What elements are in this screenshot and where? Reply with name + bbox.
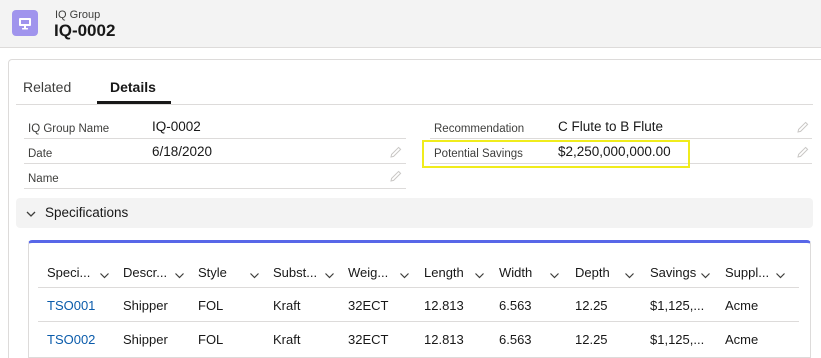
field-value-date: 6/18/2020 (152, 144, 213, 159)
column-header[interactable]: Suppl... (725, 266, 769, 280)
edit-date-pencil-icon[interactable] (390, 146, 402, 158)
field-value-recommendation: C Flute to B Flute (558, 119, 664, 134)
edit-name-pencil-icon[interactable] (390, 170, 402, 182)
specifications-section-header[interactable]: Specifications (16, 198, 813, 228)
section-title: Specifications (45, 205, 129, 220)
monitor-icon (12, 10, 38, 36)
table-cell: Kraft (273, 332, 301, 347)
column-header[interactable]: Width (499, 266, 532, 280)
table-cell: 6.563 (499, 298, 532, 313)
chevron-down-icon[interactable] (549, 268, 560, 279)
field-divider (430, 138, 812, 139)
chevron-down-icon (25, 207, 37, 219)
table-cell: Acme (725, 298, 759, 313)
column-header[interactable]: Speci... (47, 266, 90, 280)
field-label-date: Date (28, 148, 53, 160)
edit-potential-savings-pencil-icon[interactable] (797, 146, 809, 158)
table-cell: 6.563 (499, 332, 532, 347)
tab-details[interactable]: Details (110, 79, 156, 95)
chevron-down-icon[interactable] (324, 268, 335, 279)
spec-link[interactable]: TSO002 (47, 333, 95, 347)
table-cell: Acme (725, 332, 759, 347)
column-header[interactable]: Savings (650, 266, 696, 280)
tab-related[interactable]: Related (23, 79, 71, 95)
table-cell: Shipper (123, 298, 168, 313)
table-cell: 12.813 (424, 332, 464, 347)
chevron-down-icon[interactable] (174, 268, 185, 279)
table-cell: FOL (198, 298, 224, 313)
table-cell: FOL (198, 332, 224, 347)
object-type-label: IQ Group (55, 9, 101, 21)
record-header: IQ Group IQ-0002 (0, 0, 821, 48)
table-cell: 32ECT (348, 298, 389, 313)
column-header[interactable]: Descr... (123, 266, 167, 280)
column-header[interactable]: Length (424, 266, 464, 280)
table-row-divider (38, 287, 799, 288)
chevron-down-icon[interactable] (99, 268, 110, 279)
column-header[interactable]: Weig... (348, 266, 388, 280)
edit-recommendation-pencil-icon[interactable] (797, 121, 809, 133)
table-cell: 32ECT (348, 332, 389, 347)
chevron-down-icon[interactable] (474, 268, 485, 279)
table-cell: 12.25 (575, 332, 608, 347)
table-cell: 12.25 (575, 298, 608, 313)
chevron-down-icon[interactable] (249, 268, 260, 279)
field-divider (24, 138, 406, 139)
potential-savings-highlight (422, 140, 690, 168)
tabs-divider (16, 104, 813, 105)
table-cell: 12.813 (424, 298, 464, 313)
column-header[interactable]: Subst... (273, 266, 317, 280)
table-cell: $1,125,... (650, 332, 705, 347)
column-header[interactable]: Depth (575, 266, 610, 280)
spec-link[interactable]: TSO001 (47, 299, 95, 313)
field-label-name: Name (28, 173, 59, 185)
chevron-down-icon[interactable] (775, 268, 786, 279)
chevron-down-icon[interactable] (624, 268, 635, 279)
table-cell: Shipper (123, 332, 168, 347)
table-cell: $1,125,... (650, 298, 705, 313)
field-divider (24, 188, 406, 189)
field-label-recommendation: Recommendation (434, 123, 525, 135)
chevron-down-icon[interactable] (399, 268, 410, 279)
field-divider (24, 163, 406, 164)
table-cell: Kraft (273, 298, 301, 313)
field-label-iq-group-name: IQ Group Name (28, 123, 110, 135)
field-value-iq-group-name: IQ-0002 (152, 119, 201, 134)
table-row-divider (38, 321, 799, 322)
column-header[interactable]: Style (198, 266, 227, 280)
record-title: IQ-0002 (54, 21, 116, 40)
chevron-down-icon[interactable] (700, 268, 711, 279)
